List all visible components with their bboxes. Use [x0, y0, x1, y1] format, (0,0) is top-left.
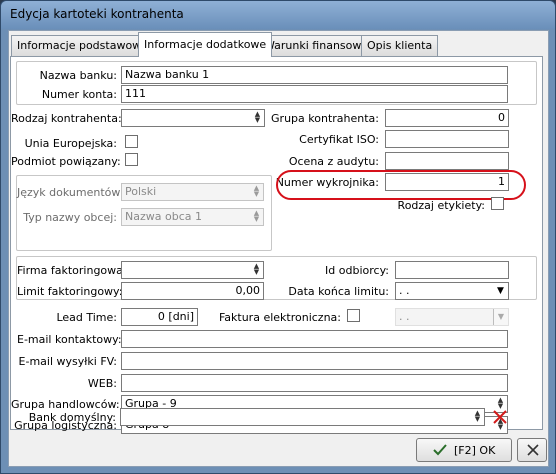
- doc-language-value: Polski: [125, 185, 157, 198]
- cancel-button[interactable]: [517, 438, 547, 462]
- limit-end-date-picker[interactable]: . . ▼: [395, 282, 509, 300]
- limit-end-date-label: Data końca limitu:: [288, 285, 389, 298]
- highlight-ellipse: [276, 170, 526, 200]
- spin-arrows-icon[interactable]: ▲ ▼: [252, 111, 263, 125]
- contractor-type-select[interactable]: ▲ ▼: [121, 109, 265, 127]
- default-bank-select[interactable]: ▲ ▼: [120, 408, 485, 426]
- dialog-window: Edycja kartoteki kontrahenta Informacje …: [0, 0, 556, 474]
- invoice-email-label: E-mail wysyłki FV:: [18, 355, 117, 368]
- contact-email-input[interactable]: [121, 330, 508, 348]
- eu-label: Unia Europejska:: [24, 137, 117, 150]
- spin-arrows-icon[interactable]: ▲ ▼: [251, 263, 262, 277]
- factoring-firm-label: Firma faktoringowa:: [17, 264, 127, 277]
- clear-default-bank-icon[interactable]: [491, 408, 509, 426]
- account-number-input[interactable]: 111: [121, 85, 508, 103]
- trade-group-label: Grupa handlowców:: [11, 398, 120, 411]
- foreign-name-type-value: Nazwa obca 1: [125, 210, 202, 223]
- factoring-limit-input[interactable]: 0,00: [121, 282, 264, 300]
- related-entity-label: Podmiot powiązany:: [11, 155, 121, 168]
- ok-button-label: [F2] OK: [454, 444, 496, 457]
- doc-language-label: Język dokumentów:: [17, 186, 124, 199]
- tab-warunki-finansowe[interactable]: Warunki finansowe: [258, 35, 375, 56]
- web-input[interactable]: [121, 374, 508, 392]
- invoice-email-input[interactable]: [121, 352, 508, 370]
- chevron-down-icon[interactable]: ▼: [493, 283, 508, 299]
- dialog-client-area: Informacje podstawowe Informacje dodatko…: [8, 30, 549, 467]
- e-invoice-label: Faktura elektroniczna:: [218, 311, 341, 324]
- contractor-type-label: Rodzaj kontrahenta:: [11, 112, 122, 125]
- window-title: Edycja kartoteki kontrahenta: [10, 7, 184, 21]
- eu-checkbox[interactable]: [125, 135, 138, 148]
- contractor-group-input[interactable]: 0: [385, 109, 509, 127]
- spin-arrows-icon: ▲ ▼: [253, 184, 260, 198]
- web-label: WEB:: [87, 377, 117, 390]
- spin-arrows-icon[interactable]: ▲ ▼: [472, 410, 483, 424]
- recipient-id-input[interactable]: [395, 261, 509, 279]
- label-type-checkbox[interactable]: [491, 197, 504, 210]
- factoring-firm-select[interactable]: ▲ ▼: [121, 261, 264, 279]
- iso-certificate-label: Certyfikat ISO:: [299, 133, 379, 146]
- checkmark-icon: [433, 444, 447, 456]
- audit-score-input[interactable]: [385, 152, 509, 170]
- title-bar: Edycja kartoteki kontrahenta: [1, 1, 555, 29]
- label-type-label: Rodzaj etykiety:: [397, 199, 485, 212]
- lead-time-label: Lead Time:: [56, 311, 117, 324]
- bank-name-input[interactable]: Nazwa banku 1: [121, 66, 508, 84]
- factoring-limit-label: Limit faktoringowy:: [17, 285, 123, 298]
- close-icon: [527, 444, 539, 456]
- related-entity-checkbox[interactable]: [125, 153, 138, 166]
- limit-end-date-value: . .: [399, 284, 410, 297]
- iso-certificate-input[interactable]: [385, 130, 509, 148]
- lead-time-input[interactable]: 0 [dni]: [121, 308, 198, 326]
- audit-score-label: Ocena z audytu:: [288, 155, 379, 168]
- e-invoice-checkbox[interactable]: [347, 309, 360, 322]
- tab-informacje-podstawowe[interactable]: Informacje podstawowe: [11, 35, 154, 56]
- e-invoice-date-picker: . . ▼: [395, 308, 509, 326]
- tab-opis-klienta[interactable]: Opis klienta: [361, 35, 439, 56]
- tab-informacje-dodatkowe[interactable]: Informacje dodatkowe: [138, 32, 273, 57]
- e-invoice-date-value: . .: [399, 310, 410, 323]
- recipient-id-label: Id odbiorcy:: [325, 264, 389, 277]
- contact-email-label: E-mail kontaktowy:: [17, 333, 122, 346]
- contractor-group-label: Grupa kontrahenta:: [271, 112, 379, 125]
- foreign-name-type-select: Nazwa obca 1 ▲ ▼: [121, 208, 264, 226]
- ok-button[interactable]: [F2] OK: [416, 438, 512, 462]
- spin-arrows-icon: ▲ ▼: [253, 209, 260, 223]
- doc-language-select: Polski ▲ ▼: [121, 183, 264, 201]
- foreign-name-type-label: Typ nazwy obcej:: [23, 211, 117, 224]
- default-bank-label: Bank domyślny:: [28, 411, 116, 424]
- bank-name-label: Nazwa banku:: [39, 69, 117, 82]
- tab-panel-informacje-dodatkowe: Nazwa banku: Nazwa banku 1 Numer konta: …: [10, 56, 543, 434]
- chevron-down-icon: ▼: [493, 309, 508, 325]
- account-number-label: Numer konta:: [41, 88, 117, 101]
